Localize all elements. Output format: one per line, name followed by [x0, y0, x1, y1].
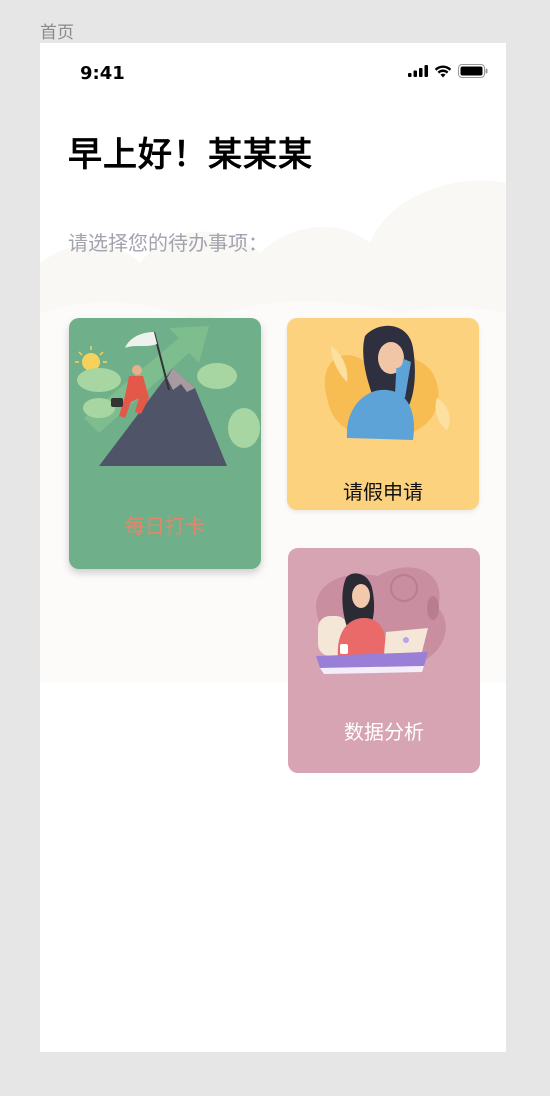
leave-request-card[interactable]: 请假申请	[287, 318, 479, 510]
page-label: 首页	[40, 23, 74, 43]
signal-icon	[408, 65, 428, 77]
status-bar: 9:41	[40, 43, 506, 103]
battery-icon	[458, 64, 488, 78]
leave-request-label: 请假申请	[343, 480, 423, 504]
phone-screen: 9:41 早上好！某某某 请选择您的待办事项： 每日打卡 请假申请 数据分析	[40, 43, 506, 1052]
wifi-icon	[434, 65, 452, 77]
data-analysis-card[interactable]: 数据分析	[288, 548, 480, 773]
status-time: 9:41	[80, 63, 125, 84]
data-analysis-label: 数据分析	[344, 720, 424, 744]
woman-laptop-icon	[316, 567, 446, 674]
status-icons	[408, 64, 488, 78]
todo-prompt: 请选择您的待办事项：	[68, 231, 268, 255]
tired-woman-icon	[324, 325, 450, 440]
daily-checkin-label: 每日打卡	[125, 514, 205, 538]
daily-checkin-card[interactable]: 每日打卡	[69, 318, 261, 569]
greeting-title: 早上好！某某某	[68, 135, 313, 175]
mountain-climber-icon	[75, 326, 260, 466]
